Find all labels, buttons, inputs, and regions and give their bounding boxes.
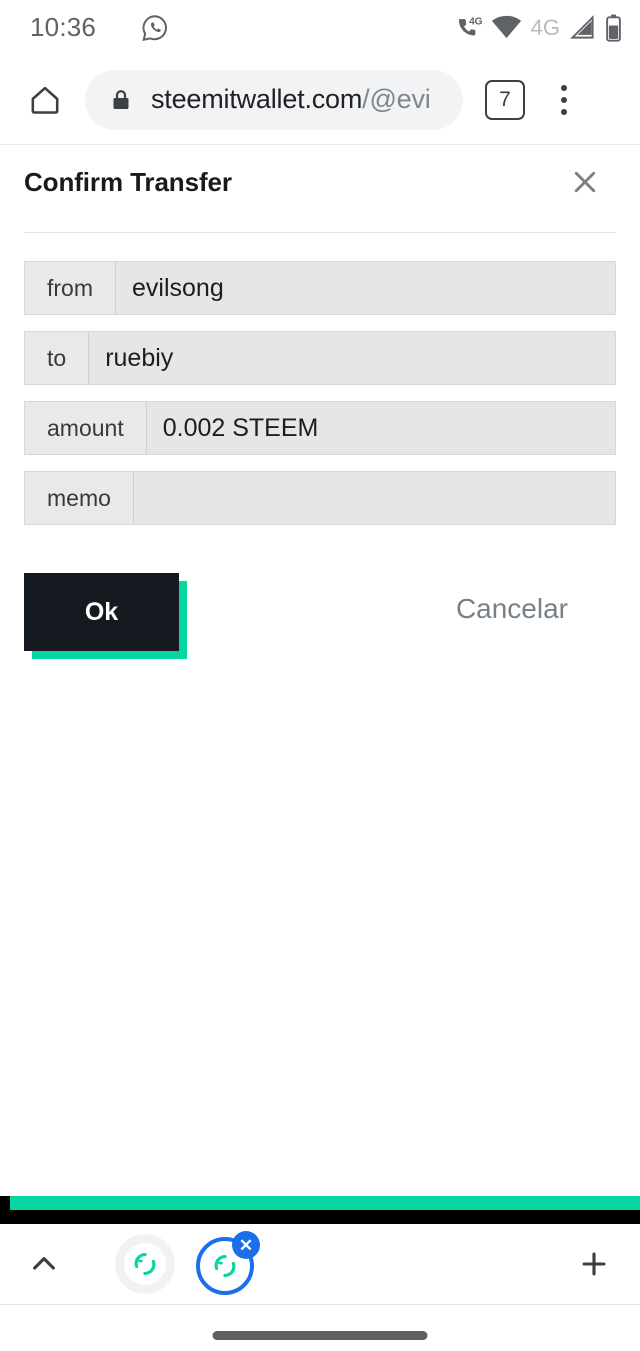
url-bar[interactable]: steemitwallet.com/@evi [85, 69, 463, 130]
home-icon[interactable] [24, 79, 66, 121]
field-value-from: evilsong [116, 261, 616, 315]
status-bar-icons: 4G 4G [455, 0, 622, 55]
cell-signal-icon [569, 14, 596, 41]
black-bar [0, 1210, 640, 1224]
wifi-icon [491, 14, 522, 41]
field-label-to: to [24, 331, 90, 385]
page-content: Confirm Transfer from evilsong to ruebiy… [0, 145, 640, 1195]
field-row-memo: memo [24, 471, 616, 525]
close-tab-badge-icon[interactable]: ✕ [232, 1231, 260, 1259]
page-title: Confirm Transfer [24, 166, 232, 197]
plus-icon[interactable] [574, 1244, 614, 1284]
ok-button-wrapper: Ok [24, 573, 187, 659]
status-bar-clock: 10:36 [30, 12, 97, 42]
field-row-amount: amount 0.002 STEEM [24, 401, 616, 455]
tab-counter-button[interactable]: 7 [485, 79, 525, 120]
teal-progress-bar [0, 1196, 640, 1210]
teal-progress-fill [10, 1196, 640, 1210]
steem-logo-icon[interactable] [115, 1234, 175, 1294]
svg-text:4G: 4G [469, 17, 482, 28]
whatsapp-icon [140, 13, 170, 43]
field-value-amount: 0.002 STEEM [146, 401, 616, 455]
field-value-memo [133, 471, 616, 525]
url-text: steemitwallet.com/@evi [151, 84, 431, 115]
ok-button[interactable]: Ok [24, 573, 179, 651]
three-dot-menu-icon[interactable] [549, 82, 579, 118]
chevron-up-icon[interactable] [24, 1244, 64, 1284]
battery-icon [605, 14, 622, 42]
field-label-amount: amount [24, 401, 147, 455]
url-path: /@evi [362, 84, 431, 114]
lock-icon [109, 88, 133, 112]
gesture-nav-pill[interactable] [212, 1331, 428, 1340]
field-label-memo: memo [24, 471, 134, 525]
header-divider [24, 232, 616, 233]
status-bar: 10:36 4G 4G [0, 0, 640, 55]
url-domain: steemitwallet.com [151, 84, 363, 114]
field-row-from: from evilsong [24, 261, 616, 315]
gesture-nav-area [0, 1305, 640, 1351]
volte-4g-icon: 4G [455, 14, 482, 41]
transfer-fields: from evilsong to ruebiy amount 0.002 STE… [0, 261, 640, 525]
browser-toolbar: steemitwallet.com/@evi 7 [0, 55, 640, 145]
field-label-from: from [24, 261, 116, 315]
field-row-to: to ruebiy [24, 331, 616, 385]
dialog-actions: Ok Cancelar [0, 573, 640, 663]
active-tab-steem-logo-icon[interactable]: ✕ [196, 1225, 260, 1303]
bottom-toolbar: ✕ [0, 1224, 640, 1305]
close-icon[interactable] [568, 165, 602, 199]
cancel-button[interactable]: Cancelar [456, 593, 568, 625]
field-value-to: ruebiy [89, 331, 616, 385]
steem-logo-inner [124, 1243, 166, 1285]
mobile-data-4g-label: 4G [530, 14, 560, 40]
dialog-header: Confirm Transfer [0, 145, 640, 219]
